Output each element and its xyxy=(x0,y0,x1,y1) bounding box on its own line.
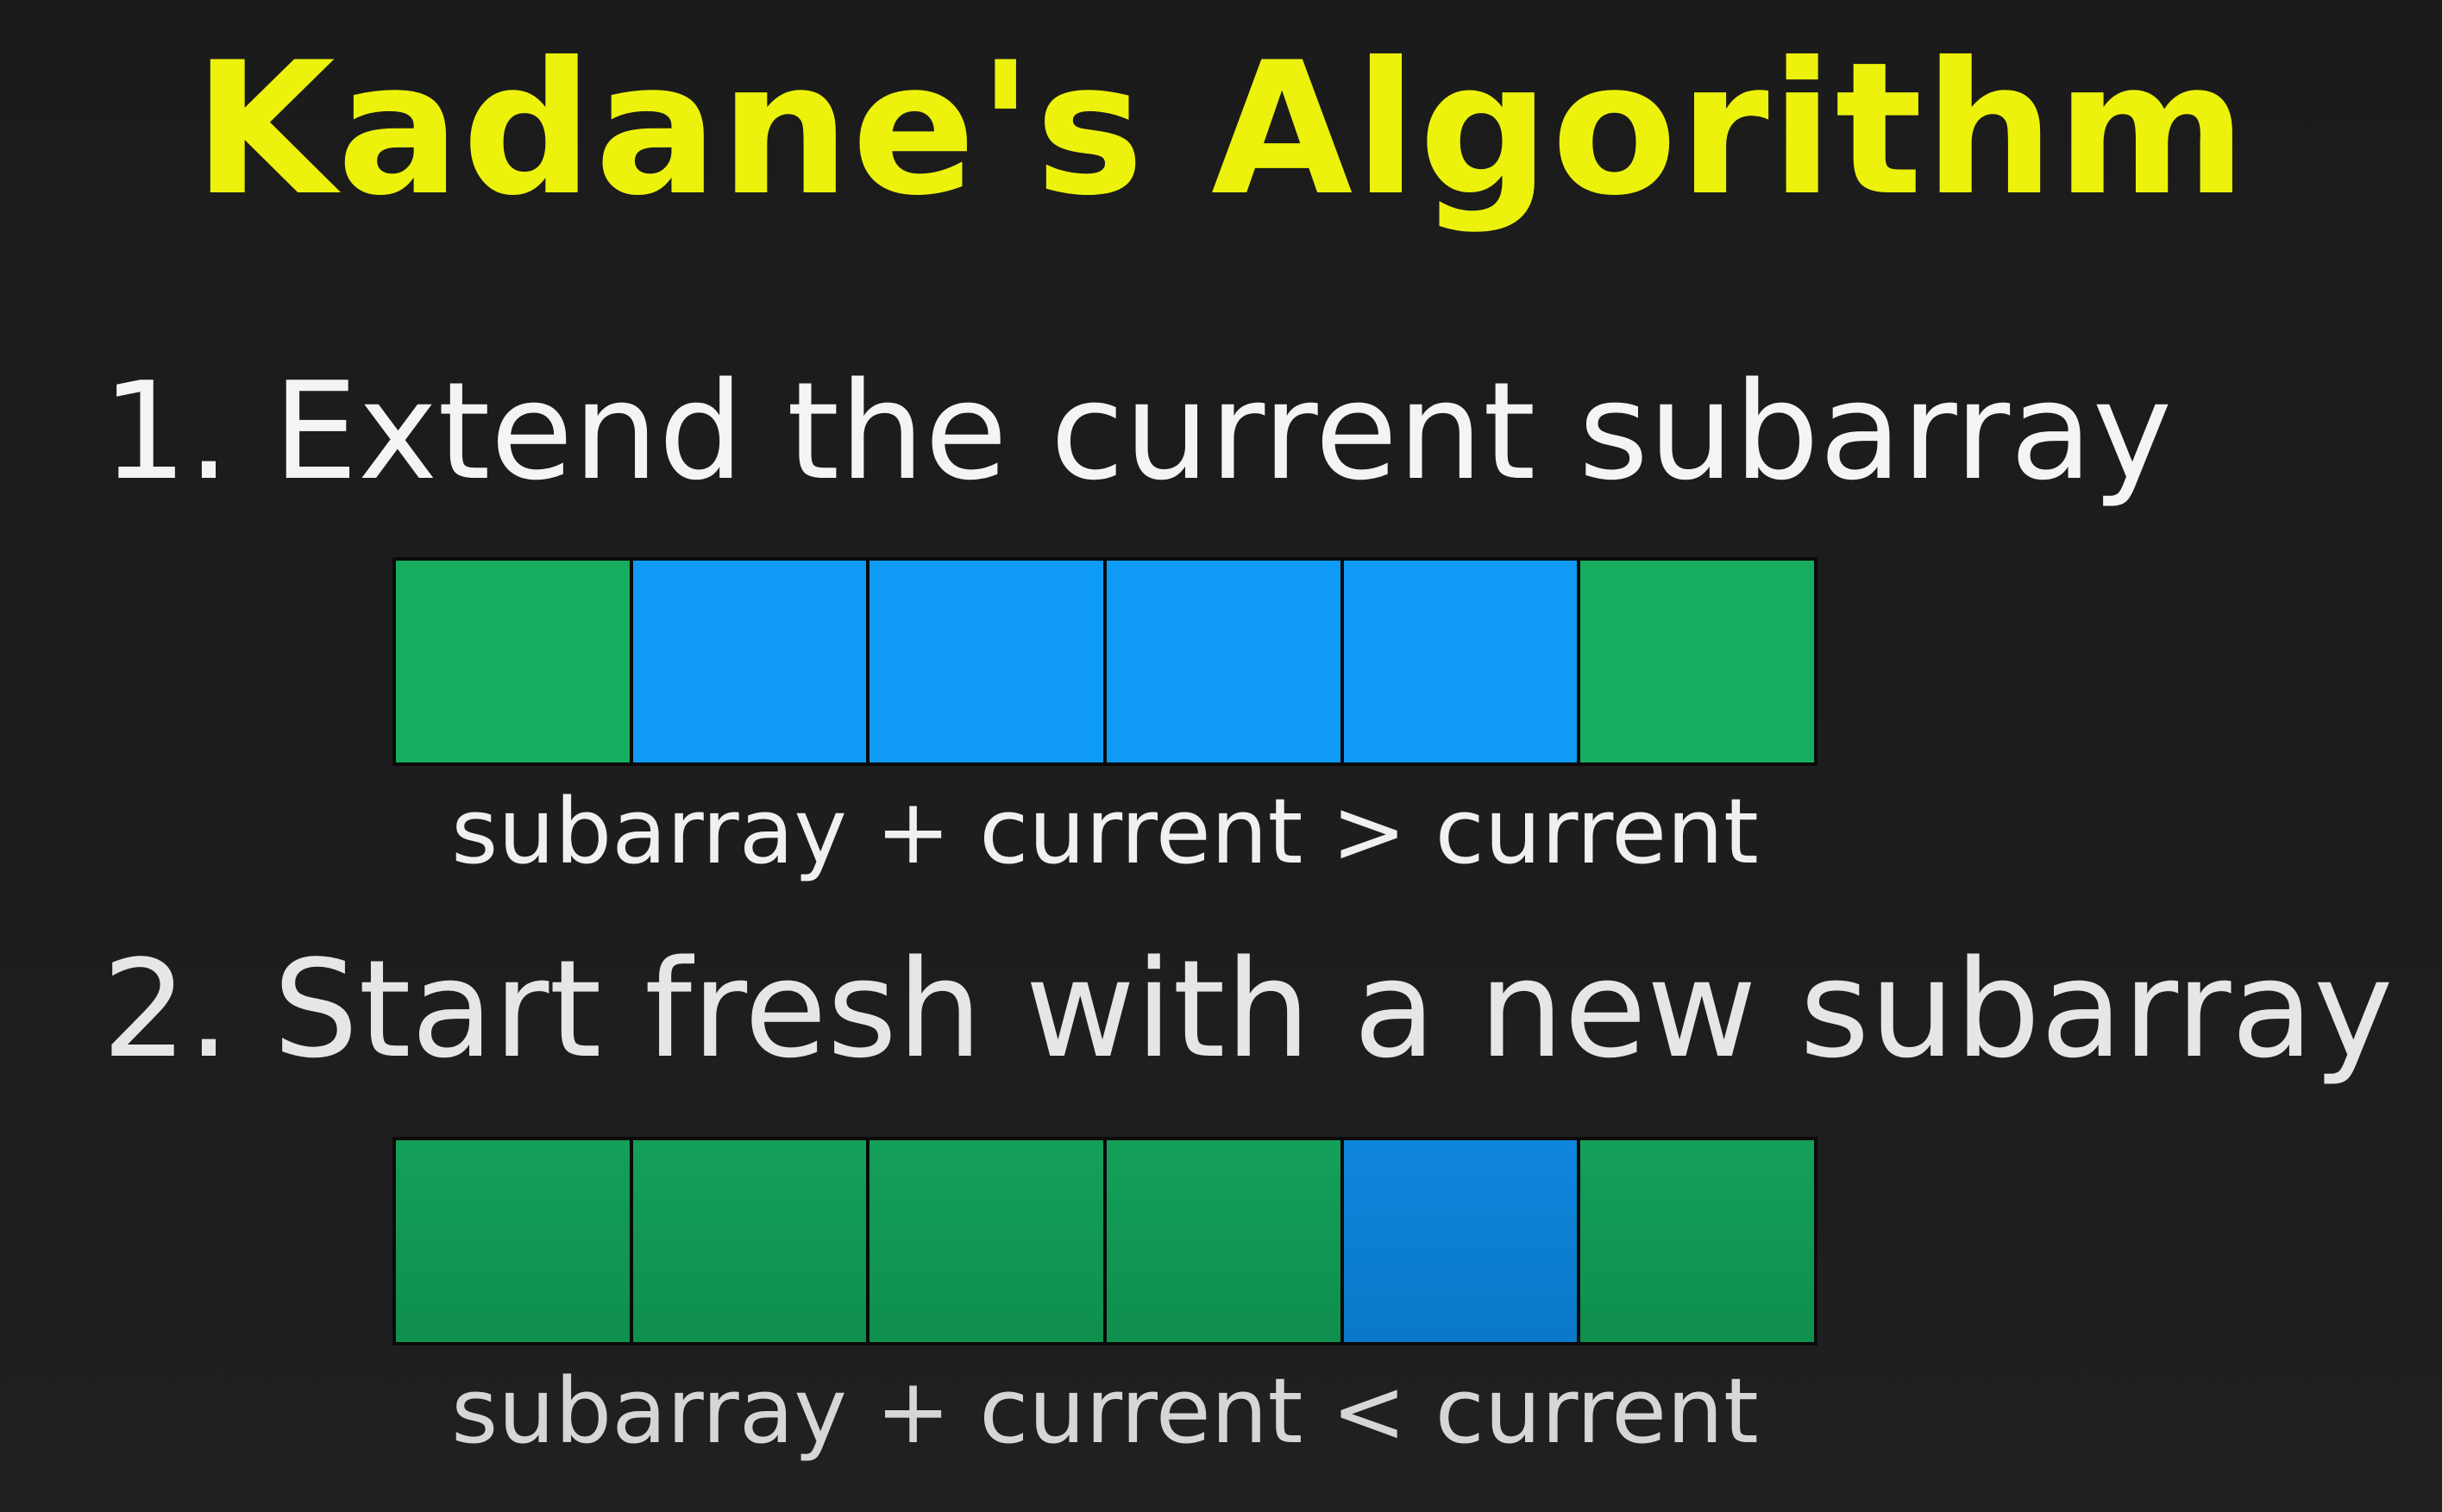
slide-title: Kadane's Algorithm xyxy=(193,22,2249,235)
case-2-heading: 2. Start fresh with a new subarray xyxy=(102,931,2394,1088)
blue-array-cell xyxy=(1343,1140,1581,1342)
green-array-cell xyxy=(1580,561,1815,762)
green-array-cell xyxy=(396,561,633,762)
green-array-cell xyxy=(632,1140,870,1342)
slide: Kadane's Algorithm 1. Extend the current… xyxy=(0,0,2442,1512)
blue-array-cell xyxy=(632,561,870,762)
case-2-array xyxy=(392,1137,1817,1346)
green-array-cell xyxy=(869,1140,1108,1342)
green-array-cell xyxy=(396,1140,633,1342)
case-1-heading: 1. Extend the current subarray xyxy=(102,353,2173,510)
blue-array-cell xyxy=(1107,561,1344,762)
green-array-cell xyxy=(1107,1140,1344,1342)
blue-array-cell xyxy=(1343,561,1581,762)
case-1-caption: subarray + current > current xyxy=(451,779,1759,884)
green-array-cell xyxy=(1580,1140,1815,1342)
blue-array-cell xyxy=(869,561,1108,762)
case-1-array xyxy=(392,557,1817,766)
case-2-caption: subarray + current < current xyxy=(451,1358,1759,1464)
